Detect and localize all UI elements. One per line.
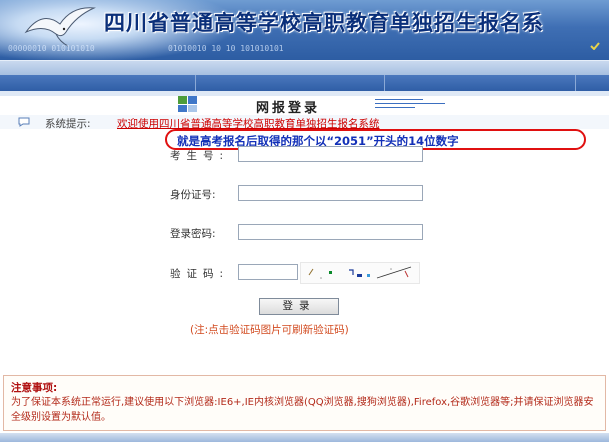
system-title: 四川省普通高等学校高职教育单独招生报名系 xyxy=(104,10,544,35)
chat-bubble-icon xyxy=(18,117,30,127)
captcha-image[interactable] xyxy=(300,262,420,284)
notes-title: 注意事项: xyxy=(11,382,58,394)
id-number-label: 身份证号: xyxy=(170,189,216,201)
password-input[interactable] xyxy=(238,224,423,240)
notes-panel: 注意事项: 为了保证本系统正常运行,建议使用以下浏览器:IE6+,IE内核浏览器… xyxy=(3,375,606,431)
notice-label: 系统提示: xyxy=(45,118,91,130)
title-decoration xyxy=(375,99,445,111)
password-label: 登录密码: xyxy=(170,228,216,240)
exam-number-input[interactable] xyxy=(238,146,423,162)
notes-body: 为了保证本系统正常运行,建议使用以下浏览器:IE6+,IE内核浏览器(QQ浏览器… xyxy=(11,397,594,423)
login-button[interactable]: 登录 xyxy=(259,298,339,315)
id-number-input[interactable] xyxy=(238,185,423,201)
top-nav-bar xyxy=(0,60,609,75)
captcha-refresh-hint: (注:点击验证码图片可刷新验证码) xyxy=(190,324,349,336)
menu-segment[interactable] xyxy=(196,75,385,91)
header-banner: 四川省普通高等学校高职教育单独招生报名系 00000010 010101010 … xyxy=(0,0,609,60)
captcha-label: 验证码: xyxy=(170,268,230,280)
binary-decoration: 01010010 10 10 101010101 xyxy=(168,44,284,53)
divider xyxy=(0,91,609,96)
check-icon xyxy=(590,42,600,50)
page-title: 网报登录 xyxy=(256,101,321,116)
menu-bar xyxy=(0,75,609,91)
footer-bar xyxy=(0,433,609,442)
captcha-input[interactable] xyxy=(238,264,298,280)
menu-segment[interactable] xyxy=(385,75,576,91)
binary-decoration: 00000010 010101010 xyxy=(8,44,95,53)
menu-segment[interactable] xyxy=(0,75,196,91)
login-grid-icon xyxy=(178,96,197,112)
exam-number-label: 考生号: xyxy=(170,150,230,162)
